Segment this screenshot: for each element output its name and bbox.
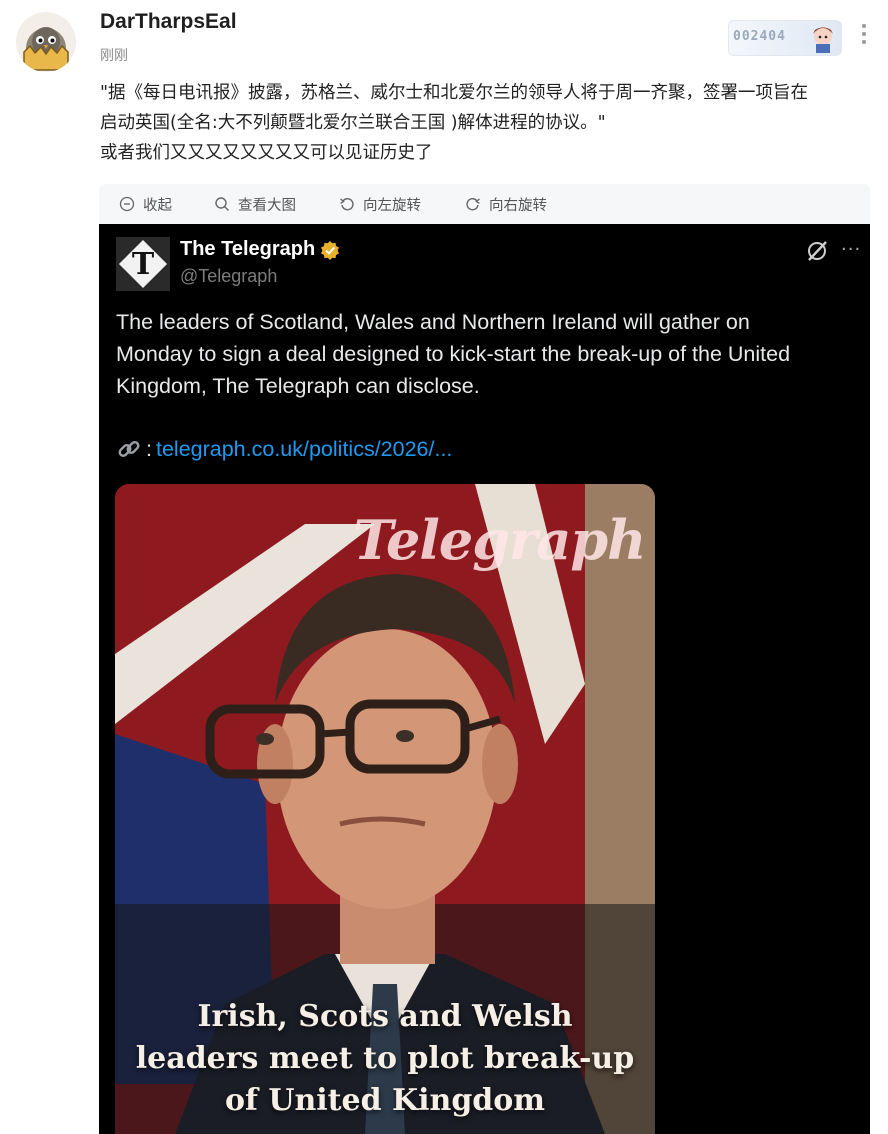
telegraph-logo: T <box>116 237 170 291</box>
post-body: "据《每日电讯报》披露，苏格兰、威尔士和北爱尔兰的领导人将于周一齐聚，签署一项旨… <box>100 78 870 168</box>
avatar[interactable] <box>16 12 76 72</box>
post-timestamp: 刚刚 <box>100 48 128 64</box>
headline-line: Irish, Scots and Welsh <box>197 999 573 1034</box>
headline-line: leaders meet to plot break-up <box>135 1041 635 1076</box>
photo-headline: Irish, Scots and Welsh leaders meet to p… <box>115 996 655 1122</box>
rotate-right-label: 向右旋转 <box>489 197 547 214</box>
username[interactable]: DarTharpsEal <box>100 10 237 34</box>
headline-line: of United Kingdom <box>224 1083 546 1118</box>
post-text-line: 或者我们又又又又又又又又可以见证历史了 <box>100 143 433 163</box>
link-icon <box>118 441 140 457</box>
user-badge[interactable]: 002404 <box>728 20 842 56</box>
tweet-body-line: Monday to sign a deal designed to kick-s… <box>116 342 791 366</box>
tweet-body: The leaders of Scotland, Wales and North… <box>116 306 856 402</box>
tweet-more-icon: ··· <box>841 239 862 260</box>
view-large-label: 查看大图 <box>238 197 296 214</box>
rotate-right-button[interactable]: 向右旋转 <box>465 184 547 224</box>
badge-number: 002404 <box>733 29 786 44</box>
tweet-handle: @Telegraph <box>180 266 278 286</box>
tweet-account-name: The Telegraph <box>180 238 316 260</box>
grok-icon <box>808 241 827 261</box>
post-text-line: 启动英国(全名:大不列颠暨北爱尔兰联合王国 )解体进程的协议。" <box>100 113 606 133</box>
post-text-line: "据《每日电讯报》披露，苏格兰、威尔士和北爱尔兰的领导人将于周一齐聚，签署一项旨… <box>100 83 809 103</box>
tweet-body-line: Kingdom, The Telegraph can disclose. <box>116 374 480 398</box>
collapse-button[interactable]: 收起 <box>119 184 172 224</box>
tweet-body-line: The leaders of Scotland, Wales and North… <box>116 310 750 334</box>
link-colon: : <box>146 436 152 461</box>
image-toolbar: 收起 查看大图 向左旋转 向右旋转 <box>99 184 870 224</box>
view-large-button[interactable]: 查看大图 <box>214 184 296 224</box>
more-options-button[interactable] <box>856 20 872 50</box>
rotate-left-button[interactable]: 向左旋转 <box>339 184 421 224</box>
collapse-icon <box>119 196 135 212</box>
collapse-label: 收起 <box>143 197 172 214</box>
photo-wordmark: Telegraph <box>353 508 646 572</box>
rotate-left-icon <box>340 198 354 211</box>
search-icon <box>215 197 229 211</box>
article-link[interactable]: telegraph.co.uk/politics/2026/... <box>156 437 452 462</box>
attached-image[interactable]: T The Telegraph @Telegraph ··· The leade… <box>99 224 870 1134</box>
verified-badge-icon <box>321 241 339 260</box>
badge-character-icon <box>813 27 833 53</box>
telegraph-logo-letter: T <box>131 246 155 282</box>
article-photo: Telegraph Irish, Scots and Welsh leaders… <box>115 484 655 1134</box>
rotate-right-icon <box>466 198 480 211</box>
rotate-left-label: 向左旋转 <box>363 197 421 214</box>
tweet-link-row: : telegraph.co.uk/politics/2026/... <box>116 436 452 462</box>
